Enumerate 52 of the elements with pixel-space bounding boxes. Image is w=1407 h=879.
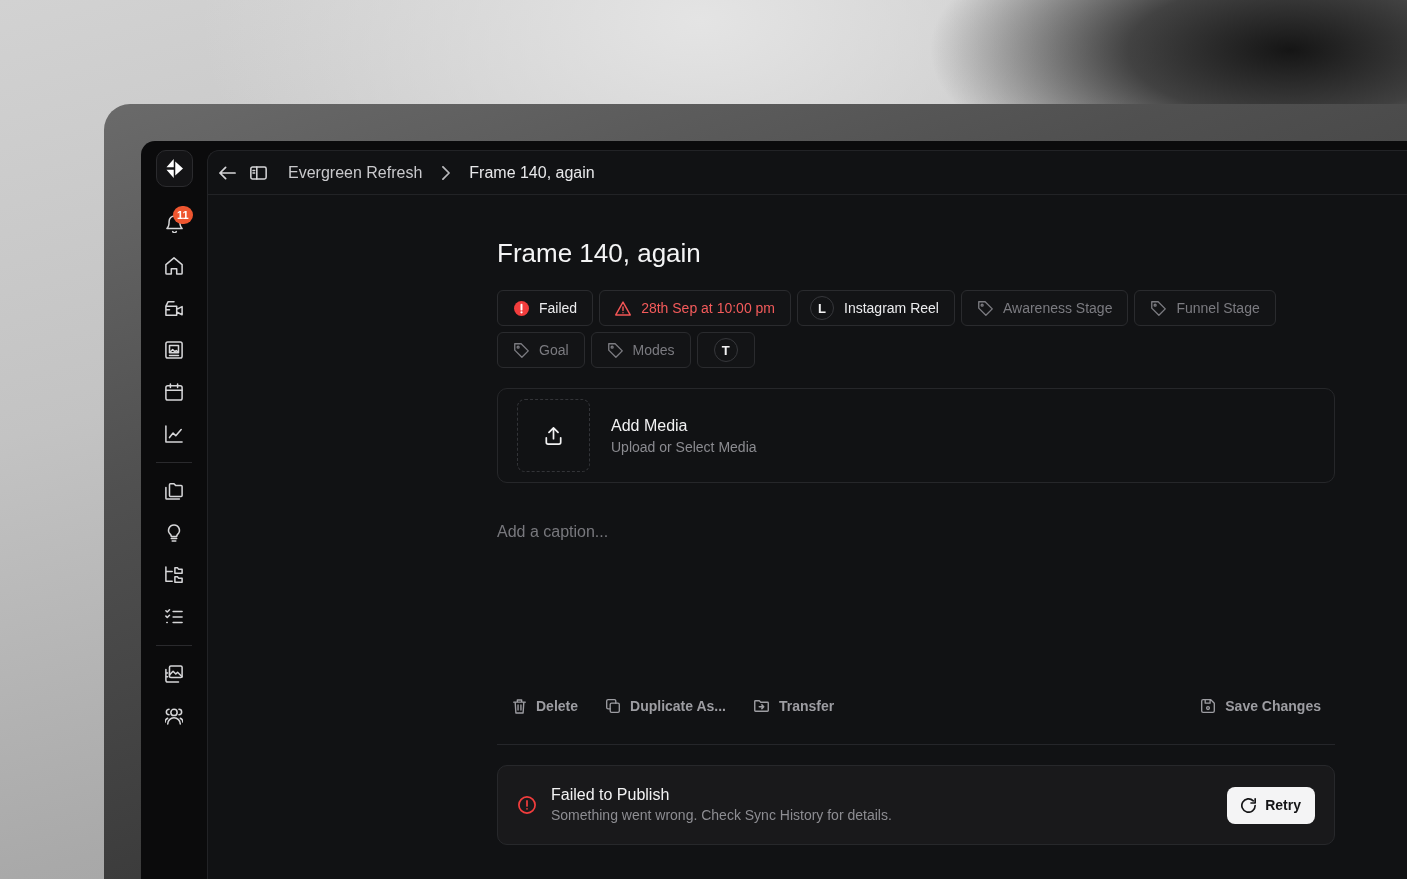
warning-icon bbox=[615, 300, 632, 316]
assignee-chip[interactable]: T bbox=[696, 332, 755, 368]
error-icon bbox=[514, 300, 529, 316]
logo-icon[interactable] bbox=[155, 150, 193, 187]
tag-chip[interactable]: Funnel Stage bbox=[1134, 290, 1276, 326]
folder-arrow-icon bbox=[754, 700, 769, 712]
tag-icon bbox=[977, 300, 993, 316]
save-changes-button[interactable]: Save Changes bbox=[1187, 688, 1335, 724]
photo-gallery-icon[interactable] bbox=[165, 665, 183, 683]
save-icon bbox=[1201, 699, 1216, 713]
tag-icon bbox=[514, 342, 529, 358]
tag-chip[interactable]: Modes bbox=[590, 332, 691, 368]
arrow-left-icon[interactable] bbox=[219, 165, 236, 180]
tag-chip[interactable]: Awareness Stage bbox=[960, 290, 1129, 326]
add-media-title: Add Media bbox=[611, 415, 689, 436]
notification-badge: 11 bbox=[173, 206, 193, 224]
copy-icon bbox=[606, 699, 621, 713]
tag-icon bbox=[607, 342, 623, 358]
retry-button[interactable]: Retry bbox=[1227, 786, 1315, 824]
upload-icon bbox=[545, 426, 562, 445]
tag-chip[interactable]: Goal bbox=[497, 332, 585, 368]
add-media-subtitle: Upload or Select Media bbox=[611, 437, 757, 456]
line-chart-icon[interactable] bbox=[165, 425, 183, 443]
transfer-button[interactable]: Transfer bbox=[740, 688, 849, 724]
checklist-icon[interactable] bbox=[165, 608, 183, 626]
upload-tile[interactable] bbox=[517, 399, 590, 472]
home-icon[interactable] bbox=[165, 257, 183, 275]
duplicate-button[interactable]: Duplicate As... bbox=[592, 688, 740, 724]
delete-button[interactable]: Delete bbox=[499, 688, 593, 724]
tag-icon bbox=[1151, 300, 1167, 316]
breadcrumb-link[interactable]: Evergreen Refresh bbox=[288, 163, 423, 182]
panel-icon[interactable] bbox=[250, 165, 267, 180]
lightbulb-icon[interactable] bbox=[165, 524, 183, 542]
folder-tree-icon[interactable] bbox=[165, 566, 183, 584]
video-camera-icon[interactable] bbox=[165, 299, 183, 317]
refresh-icon bbox=[1241, 797, 1257, 813]
folders-icon[interactable] bbox=[165, 482, 183, 500]
users-icon[interactable] bbox=[165, 707, 183, 725]
caption-field[interactable]: Add a caption... bbox=[497, 521, 1335, 671]
schedule-chip[interactable]: 28th Sep at 10:00 pm bbox=[599, 290, 791, 326]
chevron-right-icon bbox=[442, 165, 451, 180]
status-chip[interactable]: Failed bbox=[497, 290, 594, 326]
trash-icon bbox=[513, 698, 526, 714]
calendar-icon[interactable] bbox=[165, 383, 183, 401]
alert-message: Something went wrong. Check Sync History for details. bbox=[551, 806, 892, 825]
image-icon[interactable] bbox=[165, 341, 183, 359]
error-icon bbox=[518, 796, 536, 814]
add-media-card[interactable]: Add Media Upload or Select Media bbox=[497, 388, 1335, 483]
account-chip[interactable]: L Instagram Reel bbox=[797, 290, 955, 326]
breadcrumb-current: Frame 140, again bbox=[469, 163, 595, 182]
post-title: Frame 140, again bbox=[497, 237, 702, 269]
alert-title: Failed to Publish bbox=[551, 785, 671, 805]
